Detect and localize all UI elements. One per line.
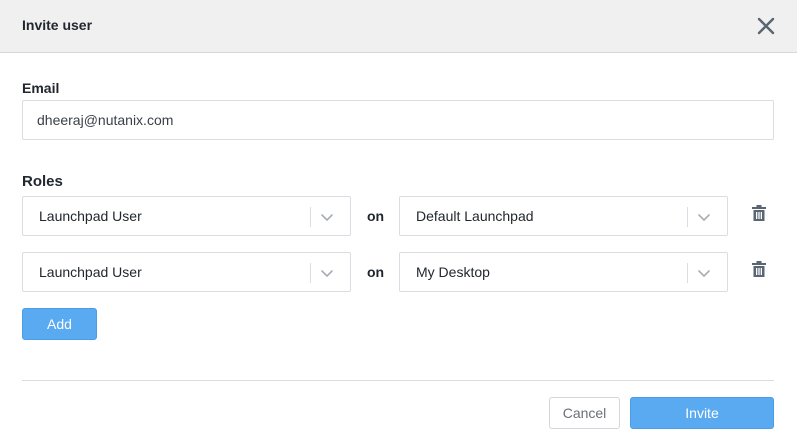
target-select-value: My Desktop bbox=[416, 264, 490, 280]
chevron-down-icon bbox=[321, 270, 333, 277]
email-field[interactable] bbox=[22, 100, 774, 140]
select-separator bbox=[687, 263, 688, 283]
chevron-down-icon bbox=[698, 270, 710, 277]
dialog-header: Invite user bbox=[0, 0, 797, 53]
close-icon bbox=[757, 17, 775, 35]
cancel-button[interactable]: Cancel bbox=[549, 397, 620, 429]
close-button[interactable] bbox=[752, 12, 780, 40]
target-select-value: Default Launchpad bbox=[416, 208, 534, 224]
chevron-down-icon bbox=[698, 214, 710, 221]
select-separator bbox=[310, 263, 311, 283]
trash-icon bbox=[752, 260, 766, 277]
role-select-value: Launchpad User bbox=[39, 208, 142, 224]
role-select-value: Launchpad User bbox=[39, 264, 142, 280]
invite-button[interactable]: Invite bbox=[630, 397, 774, 429]
target-select-1[interactable]: Default Launchpad bbox=[399, 196, 728, 236]
delete-role-button-2[interactable] bbox=[749, 259, 769, 279]
footer-divider bbox=[22, 380, 774, 381]
on-connector: on bbox=[367, 208, 385, 224]
dialog-title: Invite user bbox=[22, 17, 93, 33]
trash-icon bbox=[752, 204, 766, 221]
role-select-1[interactable]: Launchpad User bbox=[22, 196, 351, 236]
add-role-button[interactable]: Add bbox=[22, 308, 97, 340]
roles-label: Roles bbox=[22, 173, 63, 190]
email-label: Email bbox=[22, 80, 60, 96]
delete-role-button-1[interactable] bbox=[749, 203, 769, 223]
role-select-2[interactable]: Launchpad User bbox=[22, 252, 351, 292]
on-connector: on bbox=[367, 264, 385, 280]
chevron-down-icon bbox=[321, 214, 333, 221]
select-separator bbox=[310, 207, 311, 227]
target-select-2[interactable]: My Desktop bbox=[399, 252, 728, 292]
select-separator bbox=[687, 207, 688, 227]
